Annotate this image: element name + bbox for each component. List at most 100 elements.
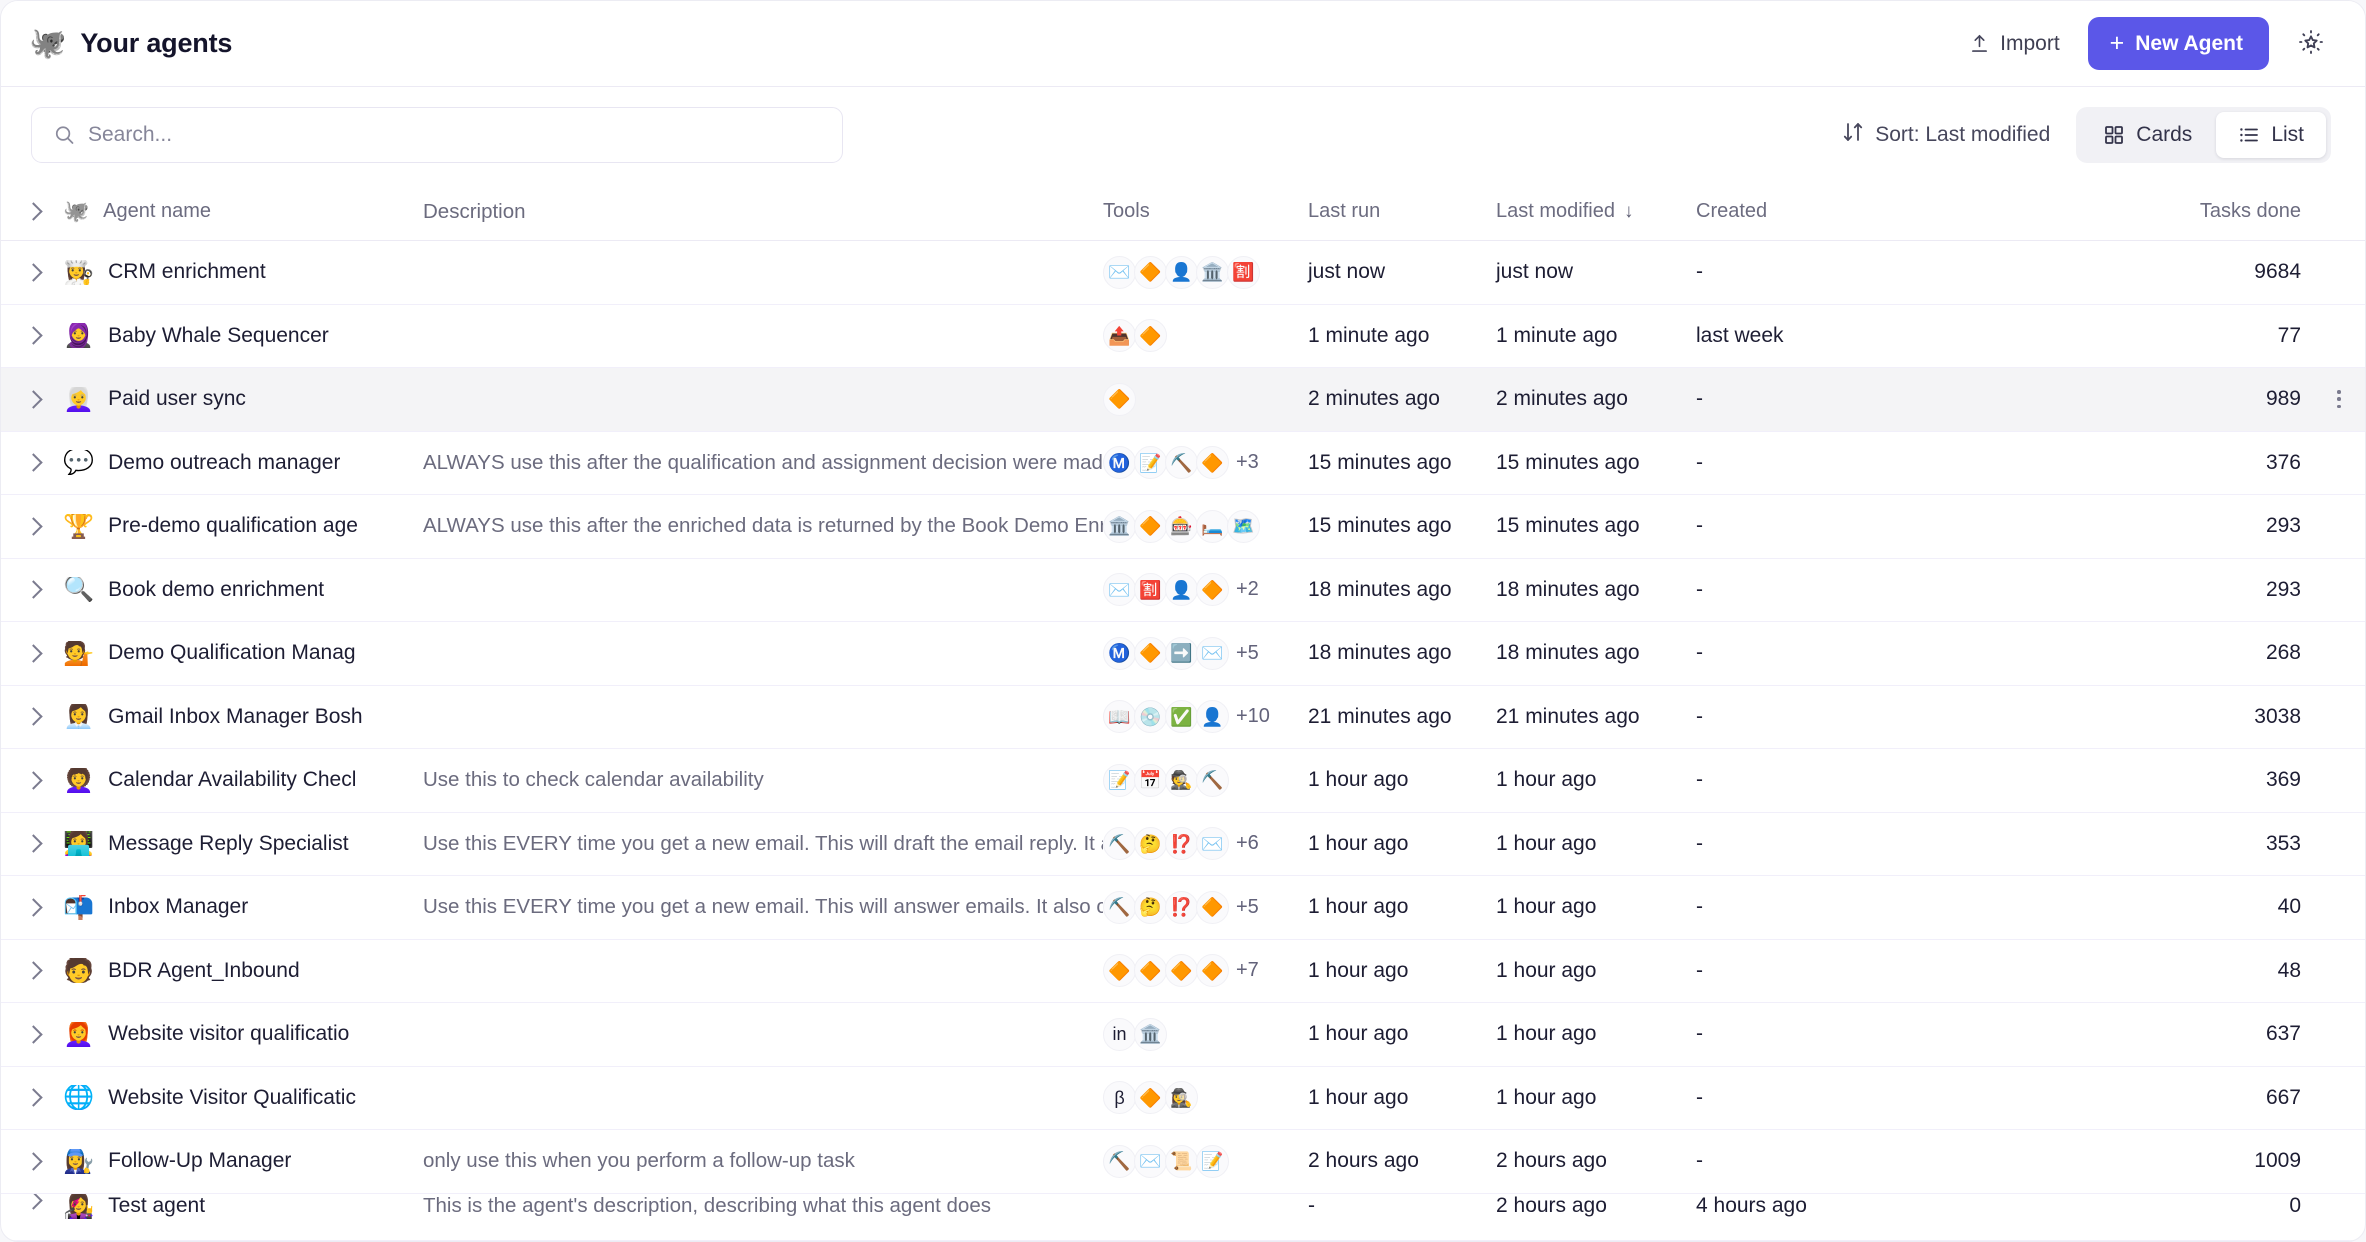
row-expand-toggle[interactable] <box>1 647 53 660</box>
search-box[interactable] <box>31 107 843 163</box>
tool-chip[interactable]: 🔶 <box>1134 510 1167 543</box>
tool-chip[interactable]: 🔶 <box>1134 1081 1167 1114</box>
tool-chip[interactable]: 🕵️ <box>1165 764 1198 797</box>
tool-chip[interactable]: Ⓜ️ <box>1103 637 1136 670</box>
tool-chip[interactable]: 🏛️ <box>1196 256 1229 289</box>
tool-chip[interactable]: ⁉️ <box>1165 827 1198 860</box>
row-expand-toggle[interactable] <box>1 774 53 787</box>
tool-chip[interactable]: 🔶 <box>1103 954 1136 987</box>
tool-chip[interactable]: 🔶 <box>1134 256 1167 289</box>
row-expand-toggle[interactable] <box>1 583 53 596</box>
sort-button[interactable]: Sort: Last modified <box>1842 121 2050 149</box>
row-expand-toggle[interactable] <box>1 710 53 723</box>
tool-chip[interactable]: 🔶 <box>1134 319 1167 352</box>
table-row[interactable]: 🌐 Website Visitor Qualificatic β🔶🕵️‍♀️ 1… <box>1 1067 2365 1131</box>
tool-chip[interactable]: in <box>1103 1018 1136 1051</box>
tool-chip[interactable]: 📖 <box>1103 700 1136 733</box>
tool-chip[interactable]: 🈹 <box>1227 256 1260 289</box>
tool-chip[interactable]: 🔶 <box>1134 954 1167 987</box>
column-header-agent-name[interactable]: 🐙 Agent name <box>53 200 423 224</box>
table-row[interactable]: 💁 Demo Qualification Manag Ⓜ️🔶➡️✉️ +5 18… <box>1 622 2365 686</box>
tool-chip[interactable]: 🏛️ <box>1134 1018 1167 1051</box>
agent-name-cell[interactable]: 🏆 Pre-demo qualification age <box>53 514 423 539</box>
table-row[interactable]: 👩‍🔧 Follow-Up Manager only use this when… <box>1 1130 2365 1194</box>
tool-chip[interactable]: 🤔 <box>1134 891 1167 924</box>
row-expand-toggle[interactable] <box>1 1155 53 1168</box>
row-menu-cell[interactable] <box>2313 384 2365 414</box>
tool-chip[interactable]: ✉️ <box>1196 827 1229 860</box>
row-expand-toggle[interactable] <box>1 1194 53 1207</box>
new-agent-button[interactable]: + New Agent <box>2088 17 2269 70</box>
tool-chip[interactable]: 📜 <box>1165 1145 1198 1178</box>
tool-chip[interactable]: ⛏️ <box>1103 1145 1136 1178</box>
agent-name-cell[interactable]: 👩‍🦱 Calendar Availability Checl <box>53 768 423 793</box>
agent-name-cell[interactable]: 🌐 Website Visitor Qualificatic <box>53 1085 423 1110</box>
row-expand-toggle[interactable] <box>1 901 53 914</box>
table-row[interactable]: 🧕 Baby Whale Sequencer 📤🔶 1 minute ago 1… <box>1 305 2365 369</box>
table-row[interactable]: 👩‍🎤 Test agent This is the agent's descr… <box>1 1194 2365 1241</box>
row-expand-toggle[interactable] <box>1 393 53 406</box>
row-expand-toggle[interactable] <box>1 520 53 533</box>
tool-chip[interactable]: ✉️ <box>1103 573 1136 606</box>
view-option-cards[interactable]: Cards <box>2081 112 2214 158</box>
agent-name-cell[interactable]: 👩‍🔧 Follow-Up Manager <box>53 1149 423 1174</box>
agent-name-cell[interactable]: 👩‍🦳 Paid user sync <box>53 387 423 412</box>
search-input[interactable] <box>88 123 842 147</box>
column-header-description[interactable]: Description <box>423 200 1103 224</box>
agent-name-cell[interactable]: 👩‍🦰 Website visitor qualificatio <box>53 1022 423 1047</box>
tool-chip[interactable]: 🔶 <box>1196 954 1229 987</box>
table-row[interactable]: 🧑 BDR Agent_Inbound 🔶🔶🔶🔶 +7 1 hour ago 1… <box>1 940 2365 1004</box>
tool-chip[interactable]: 🔶 <box>1196 891 1229 924</box>
agent-name-cell[interactable]: 🔍 Book demo enrichment <box>53 577 423 602</box>
tool-chip[interactable]: ⛏️ <box>1103 891 1136 924</box>
tool-chip[interactable]: 👤 <box>1196 700 1229 733</box>
tool-chip[interactable]: ✅ <box>1165 700 1198 733</box>
row-expand-toggle[interactable] <box>1 1028 53 1041</box>
agent-name-cell[interactable]: 👩‍🎤 Test agent <box>53 1194 423 1219</box>
tool-chip[interactable]: ⛏️ <box>1103 827 1136 860</box>
table-row[interactable]: 🔍 Book demo enrichment ✉️🈹👤🔶 +2 18 minut… <box>1 559 2365 623</box>
tool-chip[interactable]: ✉️ <box>1134 1145 1167 1178</box>
column-header-tasks-done[interactable]: Tasks done <box>1866 200 2313 223</box>
tool-chip[interactable]: ⛏️ <box>1165 446 1198 479</box>
tool-chip[interactable]: 🔶 <box>1196 573 1229 606</box>
tool-chip[interactable]: 🕵️‍♀️ <box>1165 1081 1198 1114</box>
tool-chip[interactable]: ✉️ <box>1196 637 1229 670</box>
row-expand-toggle[interactable] <box>1 1091 53 1104</box>
tool-chip[interactable]: 🎰 <box>1165 510 1198 543</box>
agent-name-cell[interactable]: 👩‍💼 Gmail Inbox Manager Bosh <box>53 704 423 729</box>
agent-name-cell[interactable]: 💁 Demo Qualification Manag <box>53 641 423 666</box>
row-expand-toggle[interactable] <box>1 837 53 850</box>
tool-chip[interactable]: 🔶 <box>1103 383 1136 416</box>
table-row[interactable]: 👩‍🦱 Calendar Availability Checl Use this… <box>1 749 2365 813</box>
row-expand-toggle[interactable] <box>1 964 53 977</box>
tool-chip[interactable]: 📝 <box>1134 446 1167 479</box>
row-more-menu-icon[interactable] <box>2331 384 2347 414</box>
tool-chip[interactable]: Ⓜ️ <box>1103 446 1136 479</box>
tool-chip[interactable]: 🔶 <box>1196 446 1229 479</box>
tool-chip[interactable]: β <box>1103 1081 1136 1114</box>
agent-name-cell[interactable]: 🧕 Baby Whale Sequencer <box>53 323 423 348</box>
tool-chip[interactable]: 👤 <box>1165 256 1198 289</box>
tool-chip[interactable]: 📅 <box>1134 764 1167 797</box>
tool-chip[interactable]: 💿 <box>1134 700 1167 733</box>
view-option-list[interactable]: List <box>2216 112 2326 158</box>
import-button[interactable]: Import <box>1964 24 2066 64</box>
column-header-created[interactable]: Created <box>1696 200 1866 223</box>
tool-chip[interactable]: 🔶 <box>1134 637 1167 670</box>
row-expand-toggle[interactable] <box>1 266 53 279</box>
tool-chip[interactable]: 🔶 <box>1165 954 1198 987</box>
agent-name-cell[interactable]: 👩‍🍳 CRM enrichment <box>53 260 423 285</box>
tool-chip[interactable]: 📝 <box>1103 764 1136 797</box>
tool-chip[interactable]: ⛏️ <box>1196 764 1229 797</box>
table-row[interactable]: 👩‍🦳 Paid user sync 🔶 2 minutes ago 2 min… <box>1 368 2365 432</box>
row-expand-toggle[interactable] <box>1 456 53 469</box>
table-row[interactable]: 🏆 Pre-demo qualification age ALWAYS use … <box>1 495 2365 559</box>
column-header-last-modified[interactable]: Last modified ↓ <box>1496 200 1696 223</box>
tool-chip[interactable]: 🏛️ <box>1103 510 1136 543</box>
tool-chip[interactable]: ✉️ <box>1103 256 1136 289</box>
table-row[interactable]: 👩‍🍳 CRM enrichment ✉️🔶👤🏛️🈹 just now just… <box>1 241 2365 305</box>
table-row[interactable]: 💬 Demo outreach manager ALWAYS use this … <box>1 432 2365 496</box>
tool-chip[interactable]: ➡️ <box>1165 637 1198 670</box>
table-row[interactable]: 👩‍💼 Gmail Inbox Manager Bosh 📖💿✅👤 +10 21… <box>1 686 2365 750</box>
